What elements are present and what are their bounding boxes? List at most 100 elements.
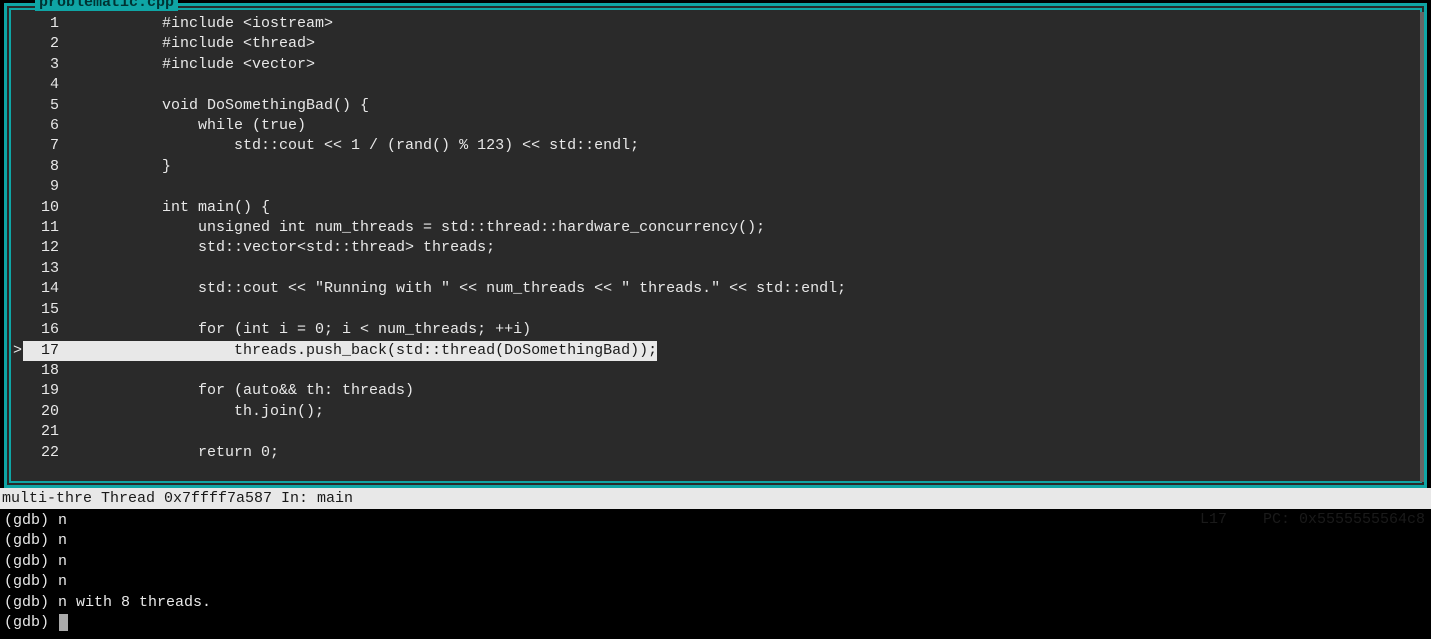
- line-content: [63, 300, 1420, 320]
- current-line-marker: [11, 238, 23, 258]
- current-line-marker: [11, 136, 23, 156]
- line-content: std::cout << 1 / (rand() % 123) << std::…: [63, 136, 1420, 156]
- code-line[interactable]: 9: [11, 177, 1420, 197]
- line-number: 14: [23, 279, 63, 299]
- line-number: 4: [23, 75, 63, 95]
- line-number: 13: [23, 259, 63, 279]
- line-number: 21: [23, 422, 63, 442]
- line-number: 22: [23, 443, 63, 463]
- code-line[interactable]: 3 #include <vector>: [11, 55, 1420, 75]
- code-line[interactable]: 1 #include <iostream>: [11, 14, 1420, 34]
- code-line[interactable]: 15: [11, 300, 1420, 320]
- code-line[interactable]: 7 std::cout << 1 / (rand() % 123) << std…: [11, 136, 1420, 156]
- current-line-marker: [11, 422, 23, 442]
- line-number: 10: [23, 198, 63, 218]
- current-line-marker: [11, 320, 23, 340]
- cursor: [59, 614, 68, 631]
- line-content: while (true): [63, 116, 1420, 136]
- line-content: for (auto&& th: threads): [63, 381, 1420, 401]
- current-line-marker: [11, 177, 23, 197]
- code-line[interactable]: 22 return 0;: [11, 443, 1420, 463]
- code-line[interactable]: 12 std::vector<std::thread> threads;: [11, 238, 1420, 258]
- line-number: 7: [23, 136, 63, 156]
- code-line[interactable]: 2 #include <thread>: [11, 34, 1420, 54]
- console-line: (gdb) n: [4, 572, 1427, 592]
- current-line-marker: [11, 443, 23, 463]
- line-content: std::vector<std::thread> threads;: [63, 238, 1420, 258]
- current-line-marker: [11, 381, 23, 401]
- console-line: (gdb) n: [4, 552, 1427, 572]
- line-number: 5: [23, 96, 63, 116]
- line-number: 20: [23, 402, 63, 422]
- line-content: [63, 422, 1420, 442]
- line-content: [63, 75, 1420, 95]
- code-line[interactable]: 21: [11, 422, 1420, 442]
- line-content: unsigned int num_threads = std::thread::…: [63, 218, 1420, 238]
- line-content: #include <vector>: [63, 55, 1420, 75]
- line-number: 12: [23, 238, 63, 258]
- line-number: 17: [23, 341, 63, 361]
- code-line[interactable]: 14 std::cout << "Running with " << num_t…: [11, 279, 1420, 299]
- console-line: (gdb) n: [4, 531, 1427, 551]
- source-panel: problematic.cpp 1 #include <iostream> 2 …: [4, 3, 1427, 488]
- line-number: 19: [23, 381, 63, 401]
- current-line-marker: [11, 75, 23, 95]
- current-line-marker: [11, 96, 23, 116]
- line-content: int main() {: [63, 198, 1420, 218]
- code-container[interactable]: 1 #include <iostream> 2 #include <thread…: [11, 10, 1420, 463]
- current-line-marker: [11, 34, 23, 54]
- code-line[interactable]: 18: [11, 361, 1420, 381]
- code-line[interactable]: 6 while (true): [11, 116, 1420, 136]
- line-number: 3: [23, 55, 63, 75]
- line-number: 16: [23, 320, 63, 340]
- code-line[interactable]: 4: [11, 75, 1420, 95]
- current-line-marker: [11, 55, 23, 75]
- line-number: 1: [23, 14, 63, 34]
- line-number: 2: [23, 34, 63, 54]
- console-line: (gdb) n with 8 threads.: [4, 593, 1427, 613]
- current-line-marker: [11, 402, 23, 422]
- line-number: 6: [23, 116, 63, 136]
- line-number: 18: [23, 361, 63, 381]
- scrollbar[interactable]: [1420, 12, 1424, 482]
- line-content: [63, 177, 1420, 197]
- code-line[interactable]: 10 int main() {: [11, 198, 1420, 218]
- line-content: [63, 361, 1420, 381]
- line-content: th.join();: [63, 402, 1420, 422]
- status-line: L17: [1200, 511, 1227, 528]
- code-line[interactable]: 13: [11, 259, 1420, 279]
- current-line-marker: [11, 361, 23, 381]
- console-line[interactable]: (gdb): [4, 613, 1427, 633]
- status-position: L17 PC: 0x5555555564c8: [1164, 488, 1425, 509]
- line-number: 9: [23, 177, 63, 197]
- status-thread-info: multi-thre Thread 0x7ffff7a587 In: main: [2, 488, 1164, 509]
- current-line-marker: [11, 218, 23, 238]
- line-content: std::cout << "Running with " << num_thre…: [63, 279, 1420, 299]
- code-line[interactable]: 16 for (int i = 0; i < num_threads; ++i): [11, 320, 1420, 340]
- code-line[interactable]: 11 unsigned int num_threads = std::threa…: [11, 218, 1420, 238]
- line-content: #include <iostream>: [63, 14, 1420, 34]
- status-pc: PC: 0x5555555564c8: [1263, 511, 1425, 528]
- line-content: [63, 259, 1420, 279]
- status-bar: multi-thre Thread 0x7ffff7a587 In: main …: [0, 488, 1431, 509]
- code-line[interactable]: 20 th.join();: [11, 402, 1420, 422]
- current-line-marker: [11, 157, 23, 177]
- line-content: void DoSomethingBad() {: [63, 96, 1420, 116]
- source-inner: 1 #include <iostream> 2 #include <thread…: [9, 8, 1422, 483]
- current-line-marker: [11, 14, 23, 34]
- current-line-marker: [11, 116, 23, 136]
- code-line[interactable]: 19 for (auto&& th: threads): [11, 381, 1420, 401]
- current-line-marker: [11, 198, 23, 218]
- line-content: return 0;: [63, 443, 1420, 463]
- line-number: 11: [23, 218, 63, 238]
- line-number: 15: [23, 300, 63, 320]
- file-title: problematic.cpp: [35, 0, 178, 11]
- line-content: #include <thread>: [63, 34, 1420, 54]
- line-content: }: [63, 157, 1420, 177]
- code-line[interactable]: 8 }: [11, 157, 1420, 177]
- line-number: 8: [23, 157, 63, 177]
- current-line-marker: [11, 279, 23, 299]
- code-line[interactable]: >17 threads.push_back(std::thread(DoSome…: [11, 341, 1420, 361]
- code-line[interactable]: 5 void DoSomethingBad() {: [11, 96, 1420, 116]
- current-line-marker: [11, 259, 23, 279]
